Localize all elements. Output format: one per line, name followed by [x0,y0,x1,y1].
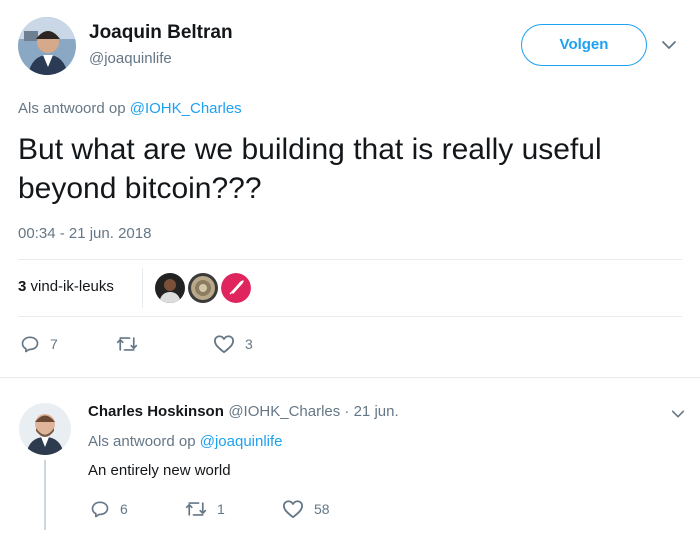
tweet-menu-chevron[interactable] [660,36,678,54]
reply-icon [91,501,109,518]
divider-top [18,259,682,260]
tweet-timestamp[interactable]: 00:34 - 21 jun. 2018 [18,225,151,242]
reply-reply-prefix: Als antwoord op [88,433,196,450]
reply-like-action[interactable]: 58 [282,499,330,519]
reply-retweet-count: 1 [217,501,225,517]
divider-middle [18,316,682,317]
likes-number: 3 [18,278,27,295]
reply-retweet-action[interactable]: 1 [185,499,225,519]
author-name[interactable]: Joaquin Beltran [89,22,233,44]
liker-avatar-2[interactable] [188,273,218,303]
likes-divider-vertical [142,268,143,308]
like-action[interactable]: 3 [213,334,253,354]
liker-avatar-image [221,273,251,303]
author-avatar[interactable] [18,17,76,75]
reply-reply-mention-link[interactable]: @joaquinlife [200,433,283,450]
reply-like-count: 58 [314,501,330,517]
follow-button[interactable]: Volgen [521,24,647,66]
liker-avatar-image [188,273,218,303]
reply-menu-chevron[interactable] [670,406,686,422]
reply-context: Als antwoord op @IOHK_Charles [18,100,242,117]
reply-author-avatar[interactable] [19,403,71,455]
reply-icon [21,336,39,353]
liker-avatar-3[interactable] [221,273,251,303]
reply-count: 7 [50,336,58,352]
reply-author-name[interactable]: Charles Hoskinson [88,403,224,420]
reply-header: Charles Hoskinson @IOHK_Charles · 21 jun… [88,403,399,421]
thread-line [44,460,46,530]
reply-reply-action[interactable]: 6 [90,499,128,519]
retweet-action[interactable] [116,334,148,354]
author-handle[interactable]: @joaquinlife [89,50,172,67]
reply-reply-count: 6 [120,501,128,517]
tweet-text: But what are we building that is really … [18,130,688,208]
heart-icon [282,500,303,519]
reply-mention-link[interactable]: @IOHK_Charles [130,100,242,117]
tweet-text-line-1: But what are we building that is really … [18,133,602,166]
section-separator [0,377,700,378]
reply-text: An entirely new world [88,462,231,479]
reply-prefix: Als antwoord op [18,100,126,117]
likes-label: vind-ik-leuks [30,278,114,295]
chevron-down-icon [671,410,685,418]
author-avatar-image [18,17,76,75]
liker-avatar-image [155,273,185,303]
reply-author-avatar-image [19,403,71,455]
reply-reply-context: Als antwoord op @joaquinlife [88,433,283,450]
retweet-icon [116,337,138,351]
liker-avatar-1[interactable] [155,273,185,303]
retweet-icon [185,502,207,516]
reply-action[interactable]: 7 [20,334,58,354]
like-count: 3 [245,336,253,352]
reply-handle-date[interactable]: @IOHK_Charles · 21 jun. [228,403,398,420]
chevron-down-icon [662,41,676,49]
heart-icon [214,335,234,354]
tweet-text-line-2: beyond bitcoin??? [18,172,262,205]
likes-summary[interactable]: 3 vind-ik-leuks [18,278,114,295]
